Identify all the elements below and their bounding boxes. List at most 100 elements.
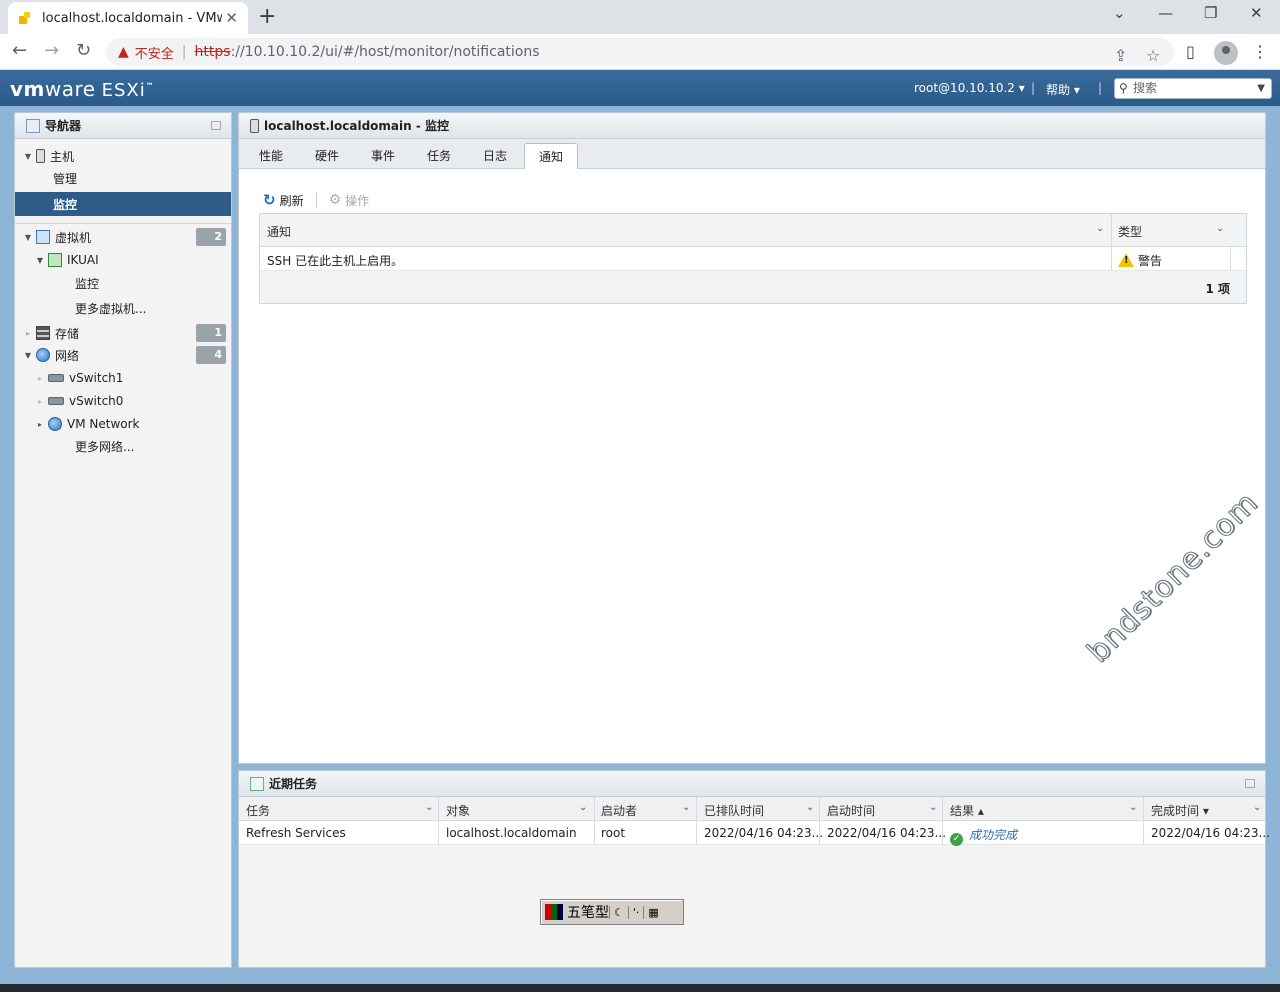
collapse-arrow-icon[interactable]: ▼ — [23, 152, 33, 161]
bookmark-star-icon[interactable]: ☆ — [1146, 46, 1160, 65]
reload-icon[interactable]: ↻ — [76, 40, 91, 61]
task-target[interactable]: localhost.localdomain — [446, 826, 577, 840]
column-menu-chevron-icon[interactable]: ⌄ — [1129, 802, 1137, 813]
column-header-task[interactable]: 任务 — [246, 802, 270, 819]
esxi-header: vmware ESXi™ root@10.10.10.2 ▾ | 帮助 ▾ | ⚲… — [0, 70, 1280, 106]
task-result-label: 成功完成 — [969, 828, 1018, 842]
refresh-button[interactable]: 刷新 — [280, 192, 304, 209]
collapse-arrow-icon[interactable]: ▼ — [23, 351, 33, 360]
column-header-notification[interactable]: 通知 — [267, 223, 291, 240]
collapse-arrow-icon[interactable]: ▼ — [23, 233, 33, 242]
nav-item-label: vSwitch1 — [69, 371, 124, 385]
address-separator: | — [181, 44, 187, 60]
column-header-target[interactable]: 对象 — [446, 802, 470, 819]
nav-item-network[interactable]: ▼ 网络 4 — [15, 344, 231, 366]
actions-button[interactable]: 操作 — [345, 192, 369, 209]
nav-item-host[interactable]: ▼ 主机 — [15, 145, 231, 167]
gear-icon: ⚙ — [328, 192, 342, 208]
browser-menu-icon[interactable]: ⋮ — [1252, 42, 1268, 61]
table-row[interactable]: Refresh Services localhost.localdomain r… — [239, 821, 1270, 846]
profile-avatar[interactable] — [1214, 41, 1238, 65]
search-input[interactable]: ⚲ 搜索 ▼ — [1114, 78, 1272, 99]
task-queued-time: 2022/04/16 04:23... — [704, 826, 824, 840]
ime-soft-keyboard-icon[interactable]: ▦ — [643, 905, 662, 919]
nav-item-vm-monitor[interactable]: 监控 — [15, 272, 231, 294]
help-menu[interactable]: 帮助 ▾ — [1046, 81, 1080, 98]
expand-arrow-icon[interactable]: ▸ — [23, 329, 33, 338]
user-menu[interactable]: root@10.10.10.2 ▾ — [914, 81, 1025, 95]
nav-item-label: 监控 — [53, 197, 78, 212]
column-menu-chevron-icon[interactable]: ⌄ — [806, 802, 814, 813]
task-completed-time: 2022/04/16 04:23... — [1151, 826, 1271, 840]
ime-toolbar[interactable]: 五笔型 ☾ '· ▦ — [540, 899, 684, 925]
tab-search-chevron-icon[interactable]: ⌄ — [1113, 4, 1126, 22]
column-header-completed[interactable]: 完成时间 ▾ — [1151, 802, 1209, 819]
refresh-icon[interactable]: ↻ — [263, 191, 276, 209]
storage-count-badge: 1 — [196, 324, 226, 342]
column-header-started[interactable]: 启动时间 — [827, 802, 875, 819]
expand-arrow-icon[interactable]: ▸ — [35, 397, 45, 406]
not-secure-label[interactable]: 不安全 — [135, 43, 174, 62]
vmware-esxi-logo: vmware ESXi™ — [10, 77, 154, 101]
expand-arrow-icon[interactable]: ▸ — [35, 374, 45, 383]
nav-item-vswitch1[interactable]: ▸ vSwitch1 — [15, 367, 231, 389]
nav-item-vm-network[interactable]: ▸ VM Network — [15, 413, 231, 435]
tab-logs[interactable]: 日志 — [483, 147, 507, 164]
collapse-arrow-icon[interactable]: ▼ — [35, 256, 45, 265]
ime-halfwidth-moon-icon[interactable]: ☾ — [609, 905, 628, 919]
window-close-icon[interactable]: ✕ — [1250, 4, 1263, 22]
column-menu-chevron-icon[interactable]: ⌄ — [1253, 802, 1261, 813]
nav-item-host-monitor[interactable]: 监控 — [15, 192, 231, 216]
column-menu-chevron-icon[interactable]: ⌄ — [929, 802, 937, 813]
nav-item-vm-ikuai[interactable]: ▼ IKUAI — [15, 249, 231, 271]
column-menu-chevron-icon[interactable]: ⌄ — [425, 802, 433, 813]
column-menu-chevron-icon[interactable]: ⌄ — [1216, 223, 1224, 234]
column-header-type[interactable]: 类型 — [1118, 223, 1142, 240]
tab-hardware[interactable]: 硬件 — [315, 147, 339, 164]
column-header-result[interactable]: 结果 ▴ — [950, 802, 984, 819]
notification-type: 警告 — [1118, 252, 1162, 269]
tab-tasks[interactable]: 任务 — [427, 147, 451, 164]
expand-arrow-icon[interactable]: ▸ — [35, 420, 45, 429]
browser-tab-bar: localhost.localdomain - VMware ESXi ✕ + … — [0, 0, 1280, 34]
new-tab-button[interactable]: + — [258, 4, 276, 30]
column-separator[interactable] — [1111, 214, 1112, 246]
tab-performance[interactable]: 性能 — [259, 147, 283, 164]
nav-item-host-manage[interactable]: 管理 — [15, 167, 231, 189]
column-menu-chevron-icon[interactable]: ⌄ — [682, 802, 690, 813]
column-separator — [819, 821, 820, 845]
minimize-panel-icon[interactable] — [211, 121, 221, 130]
nav-item-storage[interactable]: ▸ 存储 1 — [15, 322, 231, 344]
nav-item-label: 更多虚拟机... — [75, 301, 147, 316]
table-row[interactable]: SSH 已在此主机上启用。 警告 — [260, 247, 1246, 271]
os-taskbar — [0, 984, 1280, 992]
nav-item-label: vSwitch0 — [69, 394, 124, 408]
nav-item-more-networks[interactable]: 更多网络... — [15, 435, 231, 457]
column-menu-chevron-icon[interactable]: ⌄ — [1096, 223, 1104, 234]
column-separator — [942, 821, 943, 845]
nav-item-more-vms[interactable]: 更多虚拟机... — [15, 297, 231, 319]
side-panel-icon[interactable]: ▯ — [1186, 42, 1195, 61]
warning-icon — [1118, 253, 1134, 267]
tab-close-icon[interactable]: ✕ — [225, 9, 238, 27]
minimize-icon[interactable]: — — [1158, 4, 1173, 22]
share-icon[interactable]: ⇪ — [1114, 46, 1127, 65]
column-separator — [1143, 821, 1144, 845]
ime-logo-icon[interactable] — [545, 904, 563, 920]
nav-item-vswitch0[interactable]: ▸ vSwitch0 — [15, 390, 231, 412]
tab-events[interactable]: 事件 — [371, 147, 395, 164]
restore-icon[interactable]: ❐ — [1204, 4, 1217, 22]
search-dropdown-icon[interactable]: ▼ — [1257, 79, 1265, 98]
nav-item-vms[interactable]: ▼ 虚拟机 2 — [15, 226, 231, 248]
address-bar[interactable]: ▲ 不安全 | https://10.10.10.2/ui/#/host/mon… — [106, 38, 1174, 66]
back-arrow-icon[interactable]: ← — [12, 40, 27, 61]
tab-notifications[interactable]: 通知 — [524, 143, 579, 169]
column-header-queued[interactable]: 已排队时间 — [704, 802, 764, 819]
column-menu-chevron-icon[interactable]: ⌄ — [579, 802, 587, 813]
ime-mode-label[interactable]: 五笔型 — [567, 902, 609, 922]
forward-arrow-icon[interactable]: → — [44, 40, 59, 61]
ime-punctuation-icon[interactable]: '· — [627, 905, 644, 919]
column-header-initiator[interactable]: 启动者 — [601, 802, 637, 819]
minimize-panel-icon[interactable] — [1245, 779, 1255, 788]
browser-tab[interactable]: localhost.localdomain - VMware ESXi ✕ — [8, 2, 248, 34]
